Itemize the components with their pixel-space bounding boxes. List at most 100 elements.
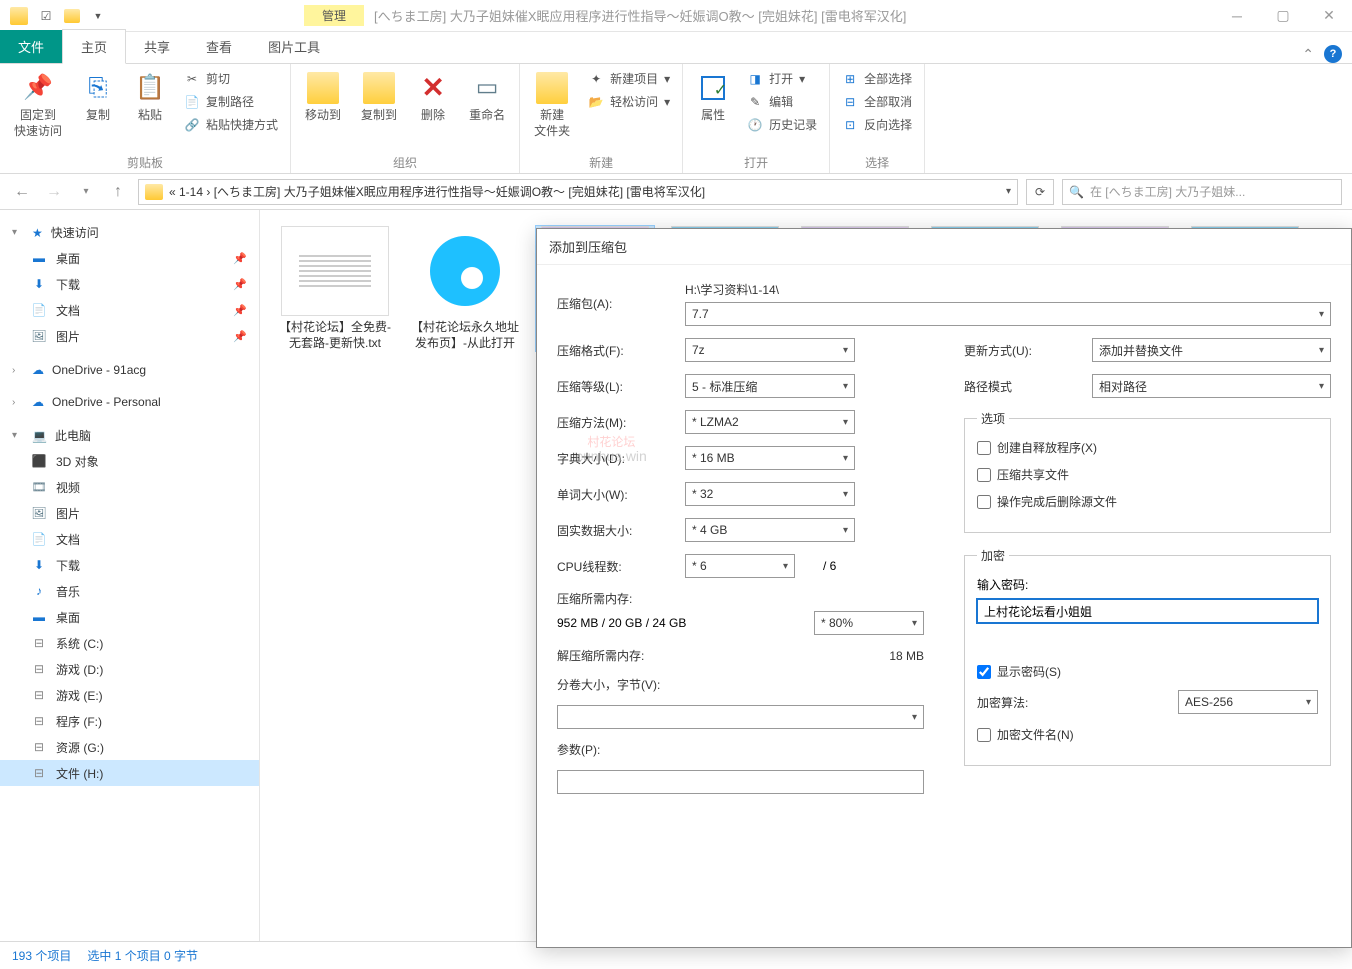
mem-pct-select[interactable]: * 80% [814,611,924,635]
properties-button[interactable]: 属性 [691,68,735,128]
sidebar-item-pictures[interactable]: 🖼图片 [0,500,259,526]
sidebar-item-music[interactable]: ♪音乐 [0,578,259,604]
breadcrumb-dropdown-icon[interactable]: ▾ [1006,186,1011,197]
delete-button[interactable]: ✕删除 [411,68,455,128]
archive-path: H:\学习资料\1-14\ [685,281,1331,298]
word-select[interactable]: * 32 [685,482,855,506]
sidebar-item-drive-g[interactable]: ⊟资源 (G:) [0,734,259,760]
up-button[interactable]: ↑ [106,180,130,204]
group-organize: 移动到 复制到 ✕删除 ▭重命名 组织 [291,64,520,173]
params-input[interactable] [557,770,924,794]
invert-selection-button[interactable]: ⊡反向选择 [838,114,916,135]
sidebar-item-3d[interactable]: ⬛3D 对象 [0,448,259,474]
close-button[interactable]: ✕ [1306,0,1352,32]
minimize-button[interactable]: ─ [1214,0,1260,32]
shared-checkbox[interactable]: 压缩共享文件 [977,466,1318,483]
select-all-button[interactable]: ⊞全部选择 [838,68,916,89]
cut-button[interactable]: ✂剪切 [180,68,282,89]
search-icon: 🔍 [1069,185,1084,199]
add-to-archive-dialog: 添加到压缩包 压缩包(A): H:\学习资料\1-14\ 7.7 压缩格式(F)… [536,228,1352,948]
file-item[interactable]: 【村花论坛永久地址发布页】-从此打开 [406,226,524,351]
window-controls: ─ ▢ ✕ [1214,0,1352,32]
format-select[interactable]: 7z [685,338,855,362]
edit-button[interactable]: ✎编辑 [743,91,821,112]
encrypt-names-checkbox[interactable]: 加密文件名(N) [977,726,1318,743]
sidebar-this-pc[interactable]: ▾💻此电脑 [0,423,259,448]
options-fieldset: 选项 创建自释放程序(X) 压缩共享文件 操作完成后删除源文件 [964,410,1331,533]
sidebar-item-pictures[interactable]: 🖼图片📌 [0,323,259,349]
solid-select[interactable]: * 4 GB [685,518,855,542]
password-input[interactable] [977,599,1318,623]
method-select[interactable]: * LZMA2 [685,410,855,434]
select-none-button[interactable]: ⊟全部取消 [838,91,916,112]
copy-button[interactable]: ⎘复制 [76,68,120,128]
paste-shortcut-button[interactable]: 🔗粘贴快捷方式 [180,114,282,135]
tab-picture-tools[interactable]: 图片工具 [250,30,338,63]
level-select[interactable]: 5 - 标准压缩 [685,374,855,398]
dict-select[interactable]: * 16 MB [685,446,855,470]
sfx-checkbox[interactable]: 创建自释放程序(X) [977,439,1318,456]
sidebar-quick-access[interactable]: ▾★快速访问 [0,220,259,245]
archive-label: 压缩包(A): [557,295,677,312]
tab-view[interactable]: 查看 [188,30,250,63]
forward-button[interactable]: → [42,180,66,204]
delete-after-checkbox[interactable]: 操作完成后删除源文件 [977,493,1318,510]
help-icon[interactable]: ? [1324,45,1342,63]
path-select[interactable]: 相对路径 [1092,374,1331,398]
show-password-checkbox[interactable]: 显示密码(S) [977,663,1318,680]
new-folder-button[interactable]: 新建 文件夹 [528,68,576,143]
sidebar-onedrive-2[interactable]: ›☁OneDrive - Personal [0,391,259,413]
group-new: 新建 文件夹 ✦新建项目 ▾ 📂轻松访问 ▾ 新建 [520,64,683,173]
sidebar-item-documents[interactable]: 📄文档📌 [0,297,259,323]
dialog-title: 添加到压缩包 [537,229,1351,265]
folder-icon[interactable] [64,9,80,23]
sidebar-item-videos[interactable]: 🎞视频 [0,474,259,500]
file-name: 【村花论坛永久地址发布页】-从此打开 [406,320,524,351]
tab-home[interactable]: 主页 [62,29,126,64]
ribbon-help: ⌃ ? [1302,45,1342,63]
sidebar-item-desktop[interactable]: ▬桌面 [0,604,259,630]
sidebar-item-drive-d[interactable]: ⊟游戏 (D:) [0,656,259,682]
window-title: [へちま工房] 大乃子姐妹催X眠应用程序进行性指导～妊娠调O教～ [完姐妹花] … [374,6,906,25]
qat-checkbox-icon[interactable]: ☑ [34,4,58,28]
tab-share[interactable]: 共享 [126,30,188,63]
recent-dropdown-icon[interactable]: ▾ [74,180,98,204]
cpu-select[interactable]: * 6 [685,554,795,578]
sidebar-item-drive-e[interactable]: ⊟游戏 (E:) [0,682,259,708]
search-input[interactable]: 🔍 在 [へちま工房] 大乃子姐妹... [1062,179,1342,205]
archive-name-input[interactable]: 7.7 [685,302,1331,326]
history-button[interactable]: 🕐历史记录 [743,114,821,135]
rename-button[interactable]: ▭重命名 [463,68,511,128]
sidebar-item-drive-h[interactable]: ⊟文件 (H:) [0,760,259,786]
new-item-button[interactable]: ✦新建项目 ▾ [584,68,674,89]
back-button[interactable]: ← [10,180,34,204]
collapse-ribbon-icon[interactable]: ⌃ [1302,46,1314,63]
sidebar-item-desktop[interactable]: ▬桌面📌 [0,245,259,271]
breadcrumb[interactable]: « 1-14 › [へちま工房] 大乃子姐妹催X眠应用程序进行性指导～妊娠调O教… [138,179,1018,205]
split-input[interactable] [557,705,924,729]
group-clipboard: 📌固定到 快速访问 ⎘复制 📋粘贴 ✂剪切 📄复制路径 🔗粘贴快捷方式 剪贴板 [0,64,291,173]
encrypt-method-select[interactable]: AES-256 [1178,690,1318,714]
open-button[interactable]: ◨打开 ▾ [743,68,821,89]
sidebar-item-drive-c[interactable]: ⊟系统 (C:) [0,630,259,656]
copy-path-button[interactable]: 📄复制路径 [180,91,282,112]
sidebar-item-downloads[interactable]: ⬇下载📌 [0,271,259,297]
move-to-button[interactable]: 移动到 [299,68,347,128]
qat-dropdown-icon[interactable]: ▼ [86,4,110,28]
paste-button[interactable]: 📋粘贴 [128,68,172,128]
group-select: ⊞全部选择 ⊟全部取消 ⊡反向选择 选择 [830,64,925,173]
maximize-button[interactable]: ▢ [1260,0,1306,32]
update-select[interactable]: 添加并替换文件 [1092,338,1331,362]
thumbnail [411,226,519,316]
easy-access-button[interactable]: 📂轻松访问 ▾ [584,91,674,112]
tab-file[interactable]: 文件 [0,30,62,63]
sidebar-onedrive-1[interactable]: ›☁OneDrive - 91acg [0,359,259,381]
copy-to-button[interactable]: 复制到 [355,68,403,128]
sidebar-item-drive-f[interactable]: ⊟程序 (F:) [0,708,259,734]
refresh-button[interactable]: ⟳ [1026,179,1054,205]
pin-to-quick-access-button[interactable]: 📌固定到 快速访问 [8,68,68,143]
sidebar-item-downloads[interactable]: ⬇下载 [0,552,259,578]
file-item[interactable]: 【村花论坛】全免费-无套路-更新快.txt [276,226,394,351]
sidebar-item-documents[interactable]: 📄文档 [0,526,259,552]
encryption-fieldset: 加密 输入密码: 显示密码(S) 加密算法:AES-256 加密文件名(N) [964,547,1331,766]
